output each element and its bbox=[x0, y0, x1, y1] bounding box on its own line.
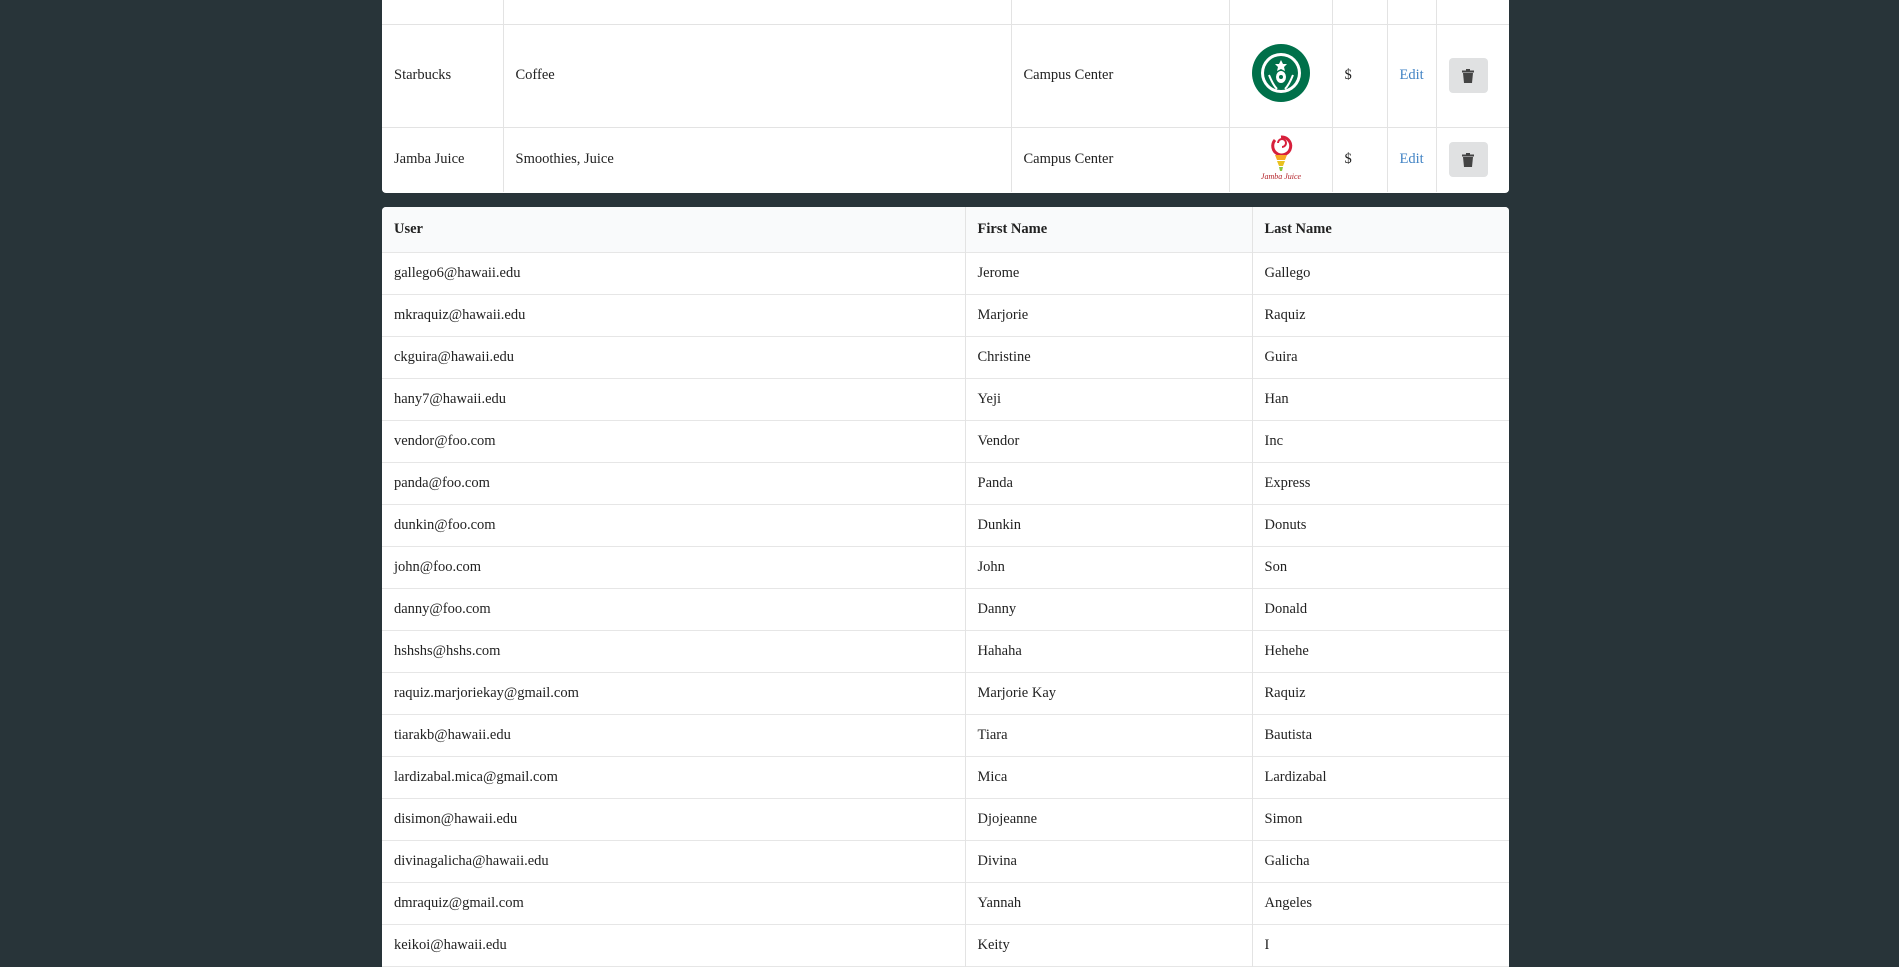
table-row: raquiz.marjoriekay@gmail.com Marjorie Kay… bbox=[382, 672, 1509, 715]
first-name: Marjorie Kay bbox=[965, 672, 1253, 715]
first-name: Tiara bbox=[965, 714, 1253, 757]
last-name: Donald bbox=[1264, 601, 1308, 617]
column-header-last-name: Last Name bbox=[1252, 207, 1509, 253]
table-row: hany7@hawaii.edu Yeji Han bbox=[382, 378, 1509, 421]
table-row: hshshs@hshs.com Hahaha Hehehe bbox=[382, 630, 1509, 673]
vendor-price: $ bbox=[1332, 24, 1388, 127]
first-name: Vendor bbox=[965, 420, 1253, 463]
table-row: mkraquiz@hawaii.edu Marjorie Raquiz bbox=[382, 294, 1509, 337]
last-name: Hehehe bbox=[1264, 643, 1309, 659]
first-name: Hahaha bbox=[965, 630, 1253, 673]
table-row: ckguira@hawaii.edu Christine Guira bbox=[382, 336, 1509, 379]
table-row: keikoi@hawaii.edu Keity I bbox=[382, 924, 1509, 967]
user-email: mkraquiz@hawaii.edu bbox=[382, 294, 966, 337]
trash-icon bbox=[1462, 152, 1474, 167]
user-email: keikoi@hawaii.edu bbox=[382, 924, 966, 967]
user-email: panda@foo.com bbox=[382, 462, 966, 505]
vendor-type: Coffee bbox=[503, 24, 1012, 127]
vendor-location: Campus Center bbox=[1011, 24, 1230, 127]
first-name: Marjorie bbox=[965, 294, 1253, 337]
first-name: Mica bbox=[965, 756, 1253, 799]
vendor-type: Smoothies, Juice bbox=[503, 127, 1012, 192]
vendor-name: Jamba Juice bbox=[382, 127, 504, 192]
table-row: danny@foo.com Danny Donald bbox=[382, 588, 1509, 631]
user-email: vendor@foo.com bbox=[382, 420, 966, 463]
user-email: ckguira@hawaii.edu bbox=[382, 336, 966, 379]
user-email: raquiz.marjoriekay@gmail.com bbox=[382, 672, 966, 715]
vendors-table: Starbucks Coffee Campus Center $ Edit Ja… bbox=[382, 0, 1509, 193]
first-name: Panda bbox=[965, 462, 1253, 505]
first-name: Yeji bbox=[965, 378, 1253, 421]
delete-button[interactable] bbox=[1448, 58, 1488, 93]
table-row: vendor@foo.com Vendor Inc bbox=[382, 420, 1509, 463]
edit-link[interactable]: Edit bbox=[1400, 67, 1424, 83]
last-name: Angeles bbox=[1264, 895, 1313, 911]
user-email: tiarakb@hawaii.edu bbox=[382, 714, 966, 757]
trash-icon bbox=[1462, 68, 1474, 83]
table-row: tiarakb@hawaii.edu Tiara Bautista bbox=[382, 714, 1509, 757]
last-name: Simon bbox=[1264, 811, 1303, 827]
starbucks-logo bbox=[1229, 24, 1333, 127]
vendor-name: Starbucks bbox=[382, 24, 504, 127]
user-email: hany7@hawaii.edu bbox=[382, 378, 966, 421]
table-row: lardizabal.mica@gmail.com Mica Lardizabal bbox=[382, 756, 1509, 799]
first-name: Christine bbox=[965, 336, 1253, 379]
last-name: Lardizabal bbox=[1264, 769, 1327, 785]
first-name: Divina bbox=[965, 840, 1253, 883]
first-name: Yannah bbox=[965, 882, 1253, 925]
vendor-row: Jamba Juice Smoothies, Juice Campus Cent… bbox=[382, 127, 1509, 192]
table-row: divinagalicha@hawaii.edu Divina Galicha bbox=[382, 840, 1509, 883]
last-name: Express bbox=[1264, 475, 1311, 491]
first-name: Danny bbox=[965, 588, 1253, 631]
first-name: Keity bbox=[965, 924, 1253, 967]
last-name: Guira bbox=[1264, 349, 1298, 365]
user-email: dmraquiz@gmail.com bbox=[382, 882, 966, 925]
last-name: Gallego bbox=[1264, 265, 1311, 281]
jamba-juice-logo: Jamba Juice bbox=[1229, 127, 1333, 192]
user-email: gallego6@hawaii.edu bbox=[382, 252, 966, 295]
delete-button[interactable] bbox=[1448, 142, 1488, 178]
vendor-location: Campus Center bbox=[1011, 127, 1230, 192]
user-email: danny@foo.com bbox=[382, 588, 966, 631]
first-name: John bbox=[965, 546, 1253, 589]
last-name: Inc bbox=[1264, 433, 1284, 449]
user-email: hshshs@hshs.com bbox=[382, 630, 966, 673]
first-name: Djojeanne bbox=[965, 798, 1253, 841]
column-header-user: User bbox=[382, 207, 966, 253]
first-name: Jerome bbox=[965, 252, 1253, 295]
vendor-price: $ bbox=[1332, 127, 1388, 192]
column-header-first-name: First Name bbox=[965, 207, 1253, 253]
first-name: Dunkin bbox=[965, 504, 1253, 547]
last-name: Donuts bbox=[1264, 517, 1307, 533]
last-name: Raquiz bbox=[1264, 307, 1306, 323]
table-row: panda@foo.com Panda Express bbox=[382, 462, 1509, 505]
user-email: john@foo.com bbox=[382, 546, 966, 589]
table-header-row: User First Name Last Name bbox=[382, 207, 1509, 253]
last-name: Galicha bbox=[1264, 853, 1310, 869]
table-row: dunkin@foo.com Dunkin Donuts bbox=[382, 504, 1509, 547]
users-table: User First Name Last Name gallego6@hawai… bbox=[382, 207, 1509, 967]
user-email: lardizabal.mica@gmail.com bbox=[382, 756, 966, 799]
user-email: divinagalicha@hawaii.edu bbox=[382, 840, 966, 883]
table-row: disimon@hawaii.edu Djojeanne Simon bbox=[382, 798, 1509, 841]
edit-link[interactable]: Edit bbox=[1400, 151, 1424, 167]
vendor-row: Starbucks Coffee Campus Center $ Edit bbox=[382, 24, 1509, 127]
last-name: Han bbox=[1264, 391, 1289, 407]
last-name: Raquiz bbox=[1264, 685, 1306, 701]
user-email: disimon@hawaii.edu bbox=[382, 798, 966, 841]
table-row: dmraquiz@gmail.com Yannah Angeles bbox=[382, 882, 1509, 925]
last-name: Son bbox=[1264, 559, 1288, 575]
last-name: I bbox=[1264, 937, 1270, 953]
user-email: dunkin@foo.com bbox=[382, 504, 966, 547]
last-name: Bautista bbox=[1264, 727, 1313, 743]
table-row: gallego6@hawaii.edu Jerome Gallego bbox=[382, 252, 1509, 295]
svg-text:Jamba Juice: Jamba Juice bbox=[1260, 172, 1301, 181]
table-row bbox=[382, 0, 1509, 24]
table-row: john@foo.com John Son bbox=[382, 546, 1509, 589]
